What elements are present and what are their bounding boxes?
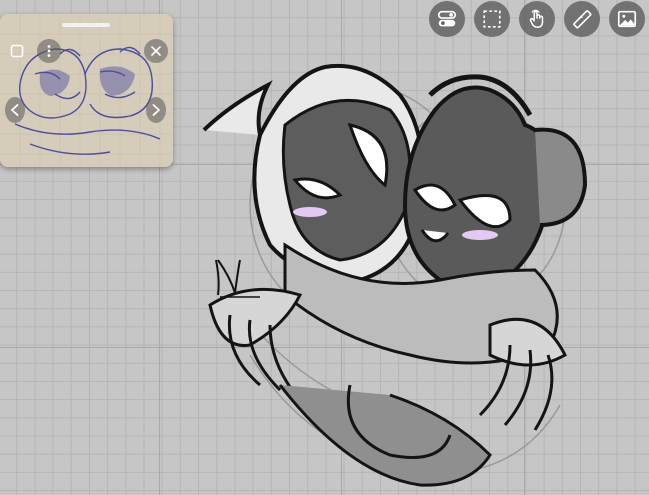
reference-image-panel[interactable] bbox=[0, 14, 173, 167]
square-icon bbox=[10, 44, 24, 58]
toggle-icon bbox=[437, 10, 457, 27]
top-toolbar bbox=[429, 1, 645, 37]
close-icon bbox=[151, 46, 161, 56]
chevron-left-icon bbox=[11, 104, 19, 116]
sketch-artwork bbox=[202, 63, 588, 487]
gesture-button[interactable] bbox=[519, 1, 555, 37]
panel-close-button[interactable] bbox=[144, 39, 168, 63]
hand-touch-icon bbox=[529, 9, 544, 28]
ruler-button[interactable] bbox=[564, 1, 600, 37]
figure-right-cat bbox=[402, 74, 588, 289]
marquee-select-icon bbox=[483, 10, 501, 28]
previous-image-button[interactable] bbox=[5, 97, 25, 123]
panel-drag-handle[interactable] bbox=[62, 23, 110, 27]
more-vertical-icon bbox=[47, 45, 51, 57]
toggle-settings-button[interactable] bbox=[429, 1, 465, 37]
frame-toggle-button[interactable] bbox=[5, 39, 29, 63]
reference-photo bbox=[0, 14, 173, 167]
chevron-right-icon bbox=[152, 104, 160, 116]
image-icon bbox=[617, 10, 637, 28]
scarf-and-wings bbox=[208, 242, 567, 487]
figure-left-hood bbox=[202, 63, 425, 283]
reference-image-button[interactable] bbox=[609, 1, 645, 37]
panel-menu-button[interactable] bbox=[37, 39, 61, 63]
ruler-icon bbox=[573, 10, 592, 29]
selection-button[interactable] bbox=[474, 1, 510, 37]
next-image-button[interactable] bbox=[146, 97, 166, 123]
